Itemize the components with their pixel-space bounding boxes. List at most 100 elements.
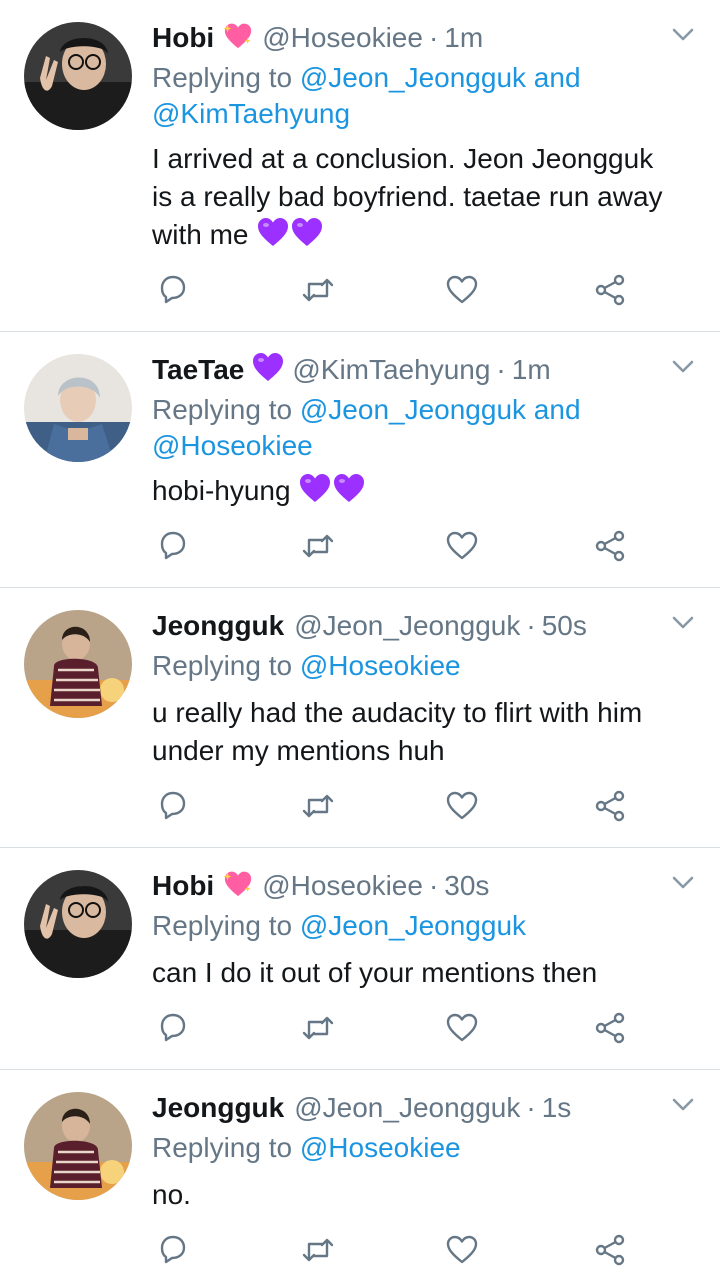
tweet-text-line: under my mentions huh	[152, 735, 445, 766]
timestamp[interactable]: 50s	[542, 610, 587, 642]
tweet-text-line: u really had the audacity to flirt with …	[152, 697, 643, 728]
display-name[interactable]: TaeTae	[152, 354, 244, 386]
mention-link[interactable]: @Hoseokiee	[152, 430, 313, 461]
avatar[interactable]	[24, 610, 132, 718]
tweet-text-line: hobi-hyung	[152, 472, 696, 513]
separator: ·	[526, 610, 536, 641]
display-name[interactable]: Hobi	[152, 22, 214, 54]
tweet[interactable]: Jeongguk @Jeon_Jeongguk · 50s Replying t…	[0, 588, 720, 848]
avatar[interactable]	[24, 870, 132, 978]
sparkling-heart-icon	[222, 21, 254, 56]
replying-to-label: Replying to	[152, 394, 293, 425]
chevron-down-icon[interactable]	[672, 360, 694, 374]
reply-context: Replying to @Jeon_Jeongguk	[152, 908, 696, 944]
like-icon[interactable]	[444, 1232, 480, 1268]
separator: ·	[428, 22, 439, 53]
replying-to-label: Replying to	[152, 650, 293, 681]
avatar[interactable]	[24, 22, 132, 130]
reply-context: Replying to @Hoseokiee	[152, 648, 696, 684]
tweet-actions	[152, 788, 642, 828]
share-icon[interactable]	[592, 1010, 628, 1046]
tweet-text: I arrived at a conclusion. Jeon Jeongguk…	[152, 140, 696, 257]
like-icon[interactable]	[444, 1010, 480, 1046]
tweet-text-line: is a really bad boyfriend. taetae run aw…	[152, 181, 663, 212]
display-name[interactable]: Jeongguk	[152, 1092, 284, 1124]
username[interactable]: @Hoseokiee	[262, 870, 423, 902]
avatar[interactable]	[24, 1092, 132, 1200]
timestamp[interactable]: 1m	[512, 354, 551, 386]
tweet-text: can I do it out of your mentions then	[152, 954, 696, 992]
username[interactable]: @Hoseokiee	[262, 22, 423, 54]
retweet-icon[interactable]	[300, 528, 336, 564]
replying-to-label: Replying to	[152, 910, 293, 941]
replying-to-label: Replying to	[152, 1132, 293, 1163]
separator: ·	[526, 1092, 536, 1123]
tweet-actions	[152, 272, 642, 312]
tweet-text: u really had the audacity to flirt with …	[152, 694, 696, 770]
timestamp[interactable]: 1s	[542, 1092, 572, 1124]
reply-icon[interactable]	[154, 1010, 190, 1046]
retweet-icon[interactable]	[300, 272, 336, 308]
tweet-text-line: no.	[152, 1179, 191, 1210]
reply-icon[interactable]	[154, 272, 190, 308]
retweet-icon[interactable]	[300, 788, 336, 824]
tweet-text: no.	[152, 1176, 696, 1214]
retweet-icon[interactable]	[300, 1010, 336, 1046]
chevron-down-icon[interactable]	[672, 28, 694, 42]
share-icon[interactable]	[592, 1232, 628, 1268]
tweet-actions	[152, 1232, 642, 1272]
reply-context: Replying to @Jeon_Jeongguk and @Hoseokie…	[152, 392, 696, 464]
share-icon[interactable]	[592, 788, 628, 824]
reply-icon[interactable]	[154, 788, 190, 824]
tweet-header: Hobi @Hoseokiee · 30s	[152, 866, 660, 906]
tweet[interactable]: TaeTae @KimTaehyung · 1m Replying to @Je…	[0, 332, 720, 588]
tweet[interactable]: Jeongguk @Jeon_Jeongguk · 1s Replying to…	[0, 1070, 720, 1279]
separator: ·	[428, 870, 439, 901]
username[interactable]: @KimTaehyung	[292, 354, 490, 386]
mention-link[interactable]: @Jeon_Jeongguk	[300, 910, 526, 941]
retweet-icon[interactable]	[300, 1232, 336, 1268]
share-icon[interactable]	[592, 272, 628, 308]
tweet-actions	[152, 1010, 642, 1050]
tweet-header: TaeTae @KimTaehyung · 1m	[152, 350, 660, 390]
replying-to-label: Replying to	[152, 62, 293, 93]
chevron-down-icon[interactable]	[672, 876, 694, 890]
reply-icon[interactable]	[154, 528, 190, 564]
share-icon[interactable]	[592, 528, 628, 564]
separator: ·	[496, 354, 506, 385]
like-icon[interactable]	[444, 528, 480, 564]
tweet-header: Hobi @Hoseokiee · 1m	[152, 18, 660, 58]
reply-icon[interactable]	[154, 1232, 190, 1268]
mention-link[interactable]: @Hoseokiee	[300, 1132, 461, 1163]
tweet-actions	[152, 528, 642, 568]
tweet-text-line: I arrived at a conclusion. Jeon Jeongguk	[152, 143, 654, 174]
tweet-text-line: with me	[152, 216, 696, 257]
avatar[interactable]	[24, 354, 132, 462]
mention-link[interactable]: @Hoseokiee	[300, 650, 461, 681]
purple-hearts-icon	[256, 217, 324, 257]
mention-link[interactable]: @Jeon_Jeongguk and	[300, 62, 581, 93]
tweet-header: Jeongguk @Jeon_Jeongguk · 1s	[152, 1088, 660, 1128]
display-name[interactable]: Jeongguk	[152, 610, 284, 642]
reply-context: Replying to @Jeon_Jeongguk and @KimTaehy…	[152, 60, 696, 132]
display-name[interactable]: Hobi	[152, 870, 214, 902]
tweet[interactable]: Hobi @Hoseokiee · 30s Replying to @Jeon_…	[0, 848, 720, 1070]
reply-context: Replying to @Hoseokiee	[152, 1130, 696, 1166]
tweet[interactable]: Hobi @Hoseokiee · 1m Replying to @Jeon_J…	[0, 0, 720, 332]
mention-link[interactable]: @Jeon_Jeongguk and	[300, 394, 581, 425]
username[interactable]: @Jeon_Jeongguk	[294, 610, 520, 642]
tweet-text-line: can I do it out of your mentions then	[152, 957, 598, 988]
timestamp[interactable]: 30s	[444, 870, 489, 902]
mention-link[interactable]: @KimTaehyung	[152, 98, 350, 129]
purple-hearts-icon	[298, 473, 366, 513]
like-icon[interactable]	[444, 788, 480, 824]
chevron-down-icon[interactable]	[672, 616, 694, 630]
username[interactable]: @Jeon_Jeongguk	[294, 1092, 520, 1124]
timestamp[interactable]: 1m	[444, 22, 483, 54]
purple-heart-icon	[252, 352, 284, 389]
tweet-text: hobi-hyung	[152, 472, 696, 513]
sparkling-heart-icon	[222, 869, 254, 904]
chevron-down-icon[interactable]	[672, 1098, 694, 1112]
like-icon[interactable]	[444, 272, 480, 308]
tweet-header: Jeongguk @Jeon_Jeongguk · 50s	[152, 606, 660, 646]
